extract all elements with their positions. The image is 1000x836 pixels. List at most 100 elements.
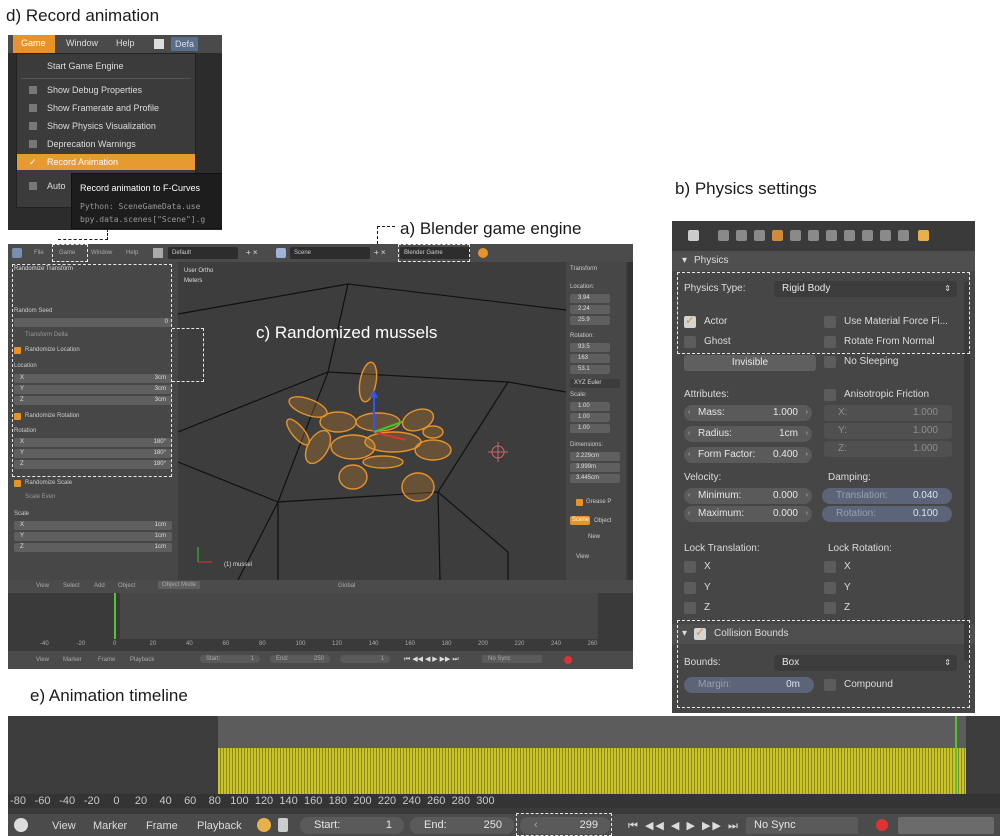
location-x-field[interactable]: X 3cm	[14, 374, 172, 383]
randomize-location-checkbox[interactable]	[14, 347, 21, 354]
scale-y-field[interactable]: Y 1cm	[14, 532, 172, 541]
object-toggle[interactable]: Object	[594, 518, 611, 524]
form-factor-field[interactable]: ‹ Form Factor: 0.400 ›	[684, 447, 812, 463]
menu-item-start-game-engine[interactable]: Start Game Engine	[17, 58, 195, 74]
scale-x-field[interactable]: X 1cm	[14, 521, 172, 530]
new-button[interactable]: New	[588, 534, 600, 540]
random-seed-field[interactable]: 0	[14, 318, 172, 327]
record-icon[interactable]	[876, 819, 888, 831]
timeline-view-menu[interactable]: View	[52, 820, 76, 832]
lock-rotation-x-checkbox[interactable]	[824, 561, 836, 573]
rot-y-field[interactable]: 163	[570, 354, 610, 363]
lock-translation-x-checkbox[interactable]	[684, 561, 696, 573]
menu-item-show-debug-properties[interactable]: Show Debug Properties	[17, 82, 195, 98]
radius-field[interactable]: ‹ Radius: 1cm ›	[684, 426, 812, 442]
grease-pencil-checkbox[interactable]	[576, 499, 583, 506]
scale-z-field[interactable]: Z 1cm	[14, 543, 172, 552]
mode-selector[interactable]: Object Mode	[158, 581, 201, 589]
actor-checkbox[interactable]	[684, 313, 696, 328]
collision-bounds-checkbox[interactable]	[694, 625, 706, 640]
menu-item-show-framerate[interactable]: Show Framerate and Profile	[17, 100, 195, 116]
location-y-field[interactable]: Y 3cm	[14, 385, 172, 394]
damping-translation-field[interactable]: Translation: 0.040	[822, 488, 952, 504]
keying-set-field[interactable]	[898, 817, 994, 834]
bounds-select[interactable]: Box ⇕	[774, 655, 957, 671]
use-material-force-checkbox[interactable]	[824, 316, 836, 328]
rotation-x-field[interactable]: X 180°	[14, 438, 172, 447]
editor-type-icon[interactable]	[12, 248, 22, 258]
rot-z-field[interactable]: 53.1	[570, 365, 610, 374]
end-frame-field[interactable]: End: 250	[410, 817, 514, 834]
sync-selector[interactable]: No Sync	[482, 655, 542, 663]
modifier-stack-icon[interactable]	[898, 230, 909, 241]
no-sleeping-checkbox[interactable]	[824, 356, 836, 368]
menu-file[interactable]: File	[34, 250, 44, 256]
playback-controls-icon[interactable]: ⏮ ◀◀ ◀ ▶ ▶▶ ⏭	[628, 819, 740, 833]
timeline-playback-menu[interactable]: Playback	[197, 820, 242, 832]
frame-menu[interactable]: Frame	[98, 657, 115, 663]
margin-field[interactable]: Margin: 0m	[684, 677, 814, 693]
layout-icon[interactable]	[153, 248, 163, 258]
loc-x-field[interactable]: 3.94	[570, 294, 610, 303]
dim-y-field[interactable]: 3.999m	[570, 463, 620, 472]
decrement-arrow-icon[interactable]: ‹	[534, 817, 538, 834]
physics-type-select[interactable]: Rigid Body ⇕	[774, 281, 957, 297]
scl-x-field[interactable]: 1.00	[570, 402, 610, 411]
menu-window[interactable]: Window	[91, 250, 112, 256]
keyframe-icon[interactable]	[257, 818, 271, 832]
randomize-rotation-checkbox[interactable]	[14, 413, 21, 420]
menu-item-show-physics-visualization[interactable]: Show Physics Visualization	[17, 118, 195, 134]
lock-rotation-z-checkbox[interactable]	[824, 602, 836, 614]
3d-cursor[interactable]	[488, 442, 508, 462]
add-scene-icon[interactable]: + ×	[374, 248, 386, 257]
randomize-scale-checkbox[interactable]	[14, 480, 21, 487]
rotate-from-normal-checkbox[interactable]	[824, 336, 836, 348]
scene-toggle[interactable]: Scene	[570, 516, 590, 525]
velocity-maximum-field[interactable]: ‹ Maximum: 0.000 ›	[684, 506, 812, 522]
lock-icon[interactable]	[278, 818, 288, 832]
view-menu[interactable]: View	[36, 583, 49, 589]
menu-help[interactable]: Help	[116, 38, 135, 48]
current-frame-field[interactable]: ‹ 299	[520, 817, 610, 834]
physics-icon[interactable]	[918, 230, 929, 241]
render-layers-icon[interactable]	[718, 230, 729, 241]
playback-menu[interactable]: Playback	[130, 657, 154, 663]
timeline-frame-menu[interactable]: Frame	[146, 820, 178, 832]
scene-icon[interactable]	[736, 230, 747, 241]
start-frame-field[interactable]: Start: 1	[300, 817, 404, 834]
velocity-minimum-field[interactable]: ‹ Minimum: 0.000 ›	[684, 488, 812, 504]
select-menu[interactable]: Select	[63, 583, 80, 589]
anisotropic-friction-checkbox[interactable]	[824, 389, 836, 401]
scl-y-field[interactable]: 1.00	[570, 413, 610, 422]
scale-even-label[interactable]: Scale Even	[25, 494, 55, 500]
start-frame-field[interactable]: Start: 1	[200, 655, 260, 663]
transform-orientation[interactable]: Global	[338, 583, 355, 589]
end-frame-field[interactable]: End: 250	[270, 655, 330, 663]
render-icon[interactable]	[688, 230, 699, 241]
add-layout-icon[interactable]: + ×	[246, 248, 258, 257]
menu-game[interactable]: Game	[21, 38, 46, 48]
timeline-editor-icon[interactable]	[14, 818, 28, 832]
ghost-checkbox[interactable]	[684, 336, 696, 348]
collision-bounds-header[interactable]: ▾ Collision Bounds	[672, 624, 975, 644]
timeline-editor-small[interactable]: -40 -20 0 20 40 60 80 100 120 140 160 180 200 220 240 2…	[8, 593, 633, 651]
lock-translation-z-checkbox[interactable]	[684, 602, 696, 614]
menu-window[interactable]: Window	[66, 38, 98, 48]
playback-controls-icon[interactable]: ⏮ ◀◀ ◀ ▶ ▶▶ ⏭	[404, 655, 459, 664]
menu-item-record-animation[interactable]: ✓ Record Animation	[17, 154, 195, 170]
loc-z-field[interactable]: 25.9	[570, 316, 610, 325]
3d-viewport[interactable]: User Ortho Meters (1) mussel c) Randomiz…	[178, 262, 566, 580]
particles-icon[interactable]	[880, 230, 891, 241]
menu-item-deprecation-warnings[interactable]: Deprecation Warnings	[17, 136, 195, 152]
compound-checkbox[interactable]	[824, 679, 836, 691]
lock-translation-y-checkbox[interactable]	[684, 582, 696, 594]
layout-icon[interactable]	[154, 39, 164, 49]
transform-delta-label[interactable]: Transform Delta	[25, 332, 68, 338]
timeline-playhead[interactable]	[955, 716, 957, 794]
record-icon[interactable]	[564, 656, 572, 664]
dim-x-field[interactable]: 2.229cm	[570, 452, 620, 461]
dim-z-field[interactable]: 3.445cm	[570, 474, 620, 483]
menu-help[interactable]: Help	[126, 250, 138, 256]
sync-selector[interactable]: No Sync	[746, 817, 858, 834]
constraints-icon[interactable]	[790, 230, 801, 241]
